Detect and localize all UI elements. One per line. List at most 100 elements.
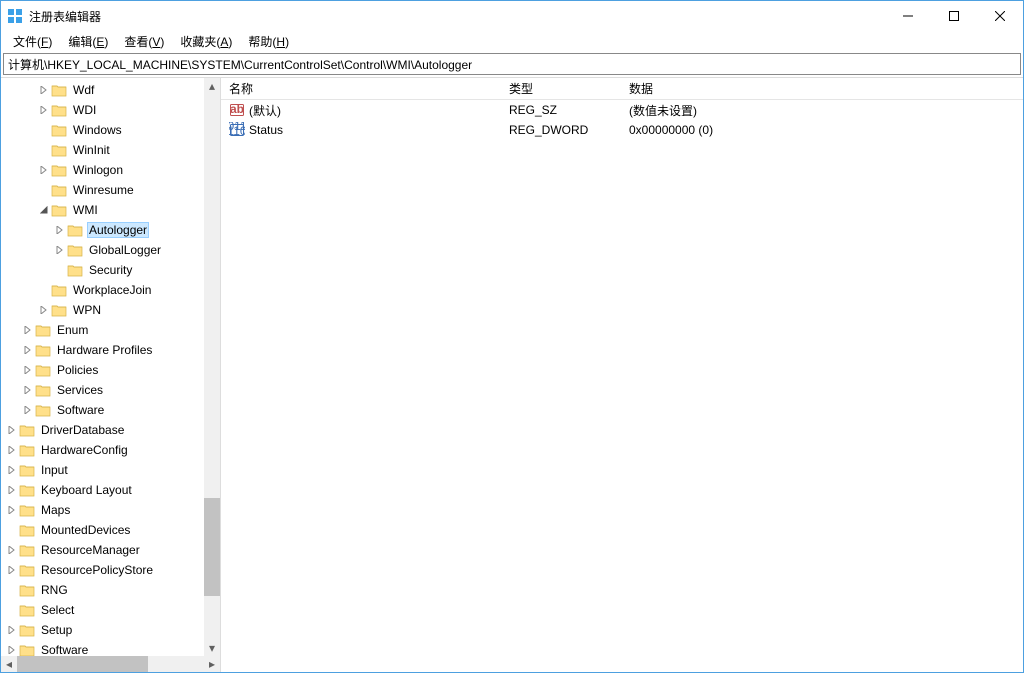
chevron-right-icon[interactable] (53, 243, 67, 257)
tree-node[interactable]: WPN (5, 300, 204, 320)
value-type: REG_SZ (501, 103, 621, 117)
tree-node[interactable]: WDI (5, 100, 204, 120)
address-bar[interactable]: 计算机\HKEY_LOCAL_MACHINE\SYSTEM\CurrentCon… (3, 53, 1021, 75)
chevron-right-icon[interactable] (5, 643, 19, 656)
folder-icon (35, 363, 51, 377)
tree-node[interactable]: Hardware Profiles (5, 340, 204, 360)
column-type[interactable]: 类型 (501, 80, 621, 97)
folder-icon (51, 143, 67, 157)
tree-node[interactable]: RNG (5, 580, 204, 600)
chevron-right-icon[interactable] (5, 563, 19, 577)
folder-icon (51, 303, 67, 317)
tree-node[interactable]: WMI (5, 200, 204, 220)
expand-placeholder (5, 603, 19, 617)
tree-node[interactable]: HardwareConfig (5, 440, 204, 460)
menu-favorites[interactable]: 收藏夹(A) (172, 31, 240, 52)
chevron-right-icon[interactable] (5, 483, 19, 497)
tree-node[interactable]: Policies (5, 360, 204, 380)
menu-help[interactable]: 帮助(H) (240, 31, 297, 52)
chevron-right-icon[interactable] (5, 463, 19, 477)
chevron-right-icon[interactable] (37, 103, 51, 117)
folder-icon (19, 483, 35, 497)
tree-node-label: Setup (39, 622, 74, 638)
tree-node[interactable]: ResourcePolicyStore (5, 560, 204, 580)
chevron-right-icon[interactable] (37, 163, 51, 177)
chevron-right-icon[interactable] (21, 383, 35, 397)
tree-node[interactable]: Security (5, 260, 204, 280)
column-data[interactable]: 数据 (621, 80, 1023, 97)
expand-placeholder (53, 263, 67, 277)
tree-node-label: WPN (71, 302, 103, 318)
menu-view[interactable]: 查看(V) (116, 31, 172, 52)
folder-icon (19, 603, 35, 617)
tree-view[interactable]: WdfWDIWindowsWinInitWinlogonWinresume WMI… (1, 78, 204, 656)
tree-node[interactable]: Wdf (5, 80, 204, 100)
chevron-right-icon[interactable] (5, 623, 19, 637)
scroll-left-icon[interactable]: ◂ (1, 656, 17, 672)
tree-node[interactable]: Services (5, 380, 204, 400)
close-button[interactable] (977, 1, 1023, 31)
menu-edit[interactable]: 编辑(E) (60, 31, 116, 52)
maximize-button[interactable] (931, 1, 977, 31)
chevron-right-icon[interactable] (21, 343, 35, 357)
value-row[interactable]: ab(默认)REG_SZ(数值未设置) (221, 100, 1023, 120)
tree-node[interactable]: Select (5, 600, 204, 620)
tree-node[interactable]: GlobalLogger (5, 240, 204, 260)
tree-node[interactable]: Software (5, 400, 204, 420)
chevron-right-icon[interactable] (21, 403, 35, 417)
scroll-up-icon[interactable]: ▴ (204, 78, 220, 94)
tree-node-label: WMI (71, 202, 100, 218)
tree-node[interactable]: WorkplaceJoin (5, 280, 204, 300)
minimize-button[interactable] (885, 1, 931, 31)
chevron-right-icon[interactable] (53, 223, 67, 237)
chevron-down-icon[interactable] (37, 203, 51, 217)
value-type: REG_DWORD (501, 123, 621, 137)
scroll-thumb[interactable] (17, 656, 148, 672)
tree-node[interactable]: Enum (5, 320, 204, 340)
string-value-icon: ab (229, 102, 245, 118)
svg-text:ab: ab (230, 102, 244, 116)
tree-node[interactable]: Setup (5, 620, 204, 640)
scroll-right-icon[interactable]: ▸ (204, 656, 220, 672)
chevron-right-icon[interactable] (5, 443, 19, 457)
tree-node[interactable]: Winlogon (5, 160, 204, 180)
value-list[interactable]: ab(默认)REG_SZ(数值未设置)011110StatusREG_DWORD… (221, 100, 1023, 672)
scroll-track[interactable] (204, 94, 220, 640)
tree-node[interactable]: MountedDevices (5, 520, 204, 540)
tree-node[interactable]: Keyboard Layout (5, 480, 204, 500)
titlebar[interactable]: 注册表编辑器 (1, 1, 1023, 31)
folder-icon (67, 243, 83, 257)
tree-node[interactable]: WinInit (5, 140, 204, 160)
folder-icon (51, 103, 67, 117)
value-row[interactable]: 011110StatusREG_DWORD0x00000000 (0) (221, 120, 1023, 140)
tree-node[interactable]: Autologger (5, 220, 204, 240)
chevron-right-icon[interactable] (21, 363, 35, 377)
tree-node[interactable]: Maps (5, 500, 204, 520)
chevron-right-icon[interactable] (37, 303, 51, 317)
scroll-down-icon[interactable]: ▾ (204, 640, 220, 656)
scroll-track[interactable] (17, 656, 204, 672)
tree-horizontal-scrollbar[interactable]: ◂ ▸ (1, 656, 220, 672)
tree-vertical-scrollbar[interactable]: ▴ ▾ (204, 78, 220, 656)
tree-node[interactable]: Software (5, 640, 204, 656)
chevron-right-icon[interactable] (5, 503, 19, 517)
chevron-right-icon[interactable] (37, 83, 51, 97)
chevron-right-icon[interactable] (5, 423, 19, 437)
tree-node[interactable]: ResourceManager (5, 540, 204, 560)
tree-node[interactable]: Input (5, 460, 204, 480)
folder-icon (19, 463, 35, 477)
tree-node-label: Software (55, 402, 106, 418)
column-name[interactable]: 名称 (221, 80, 501, 97)
column-headers: 名称 类型 数据 (221, 78, 1023, 100)
scroll-thumb[interactable] (204, 498, 220, 596)
chevron-right-icon[interactable] (21, 323, 35, 337)
tree-node[interactable]: Winresume (5, 180, 204, 200)
tree-node-label: ResourceManager (39, 542, 142, 558)
svg-text:110: 110 (229, 124, 245, 138)
menu-file[interactable]: 文件(F) (5, 31, 60, 52)
tree-node[interactable]: Windows (5, 120, 204, 140)
tree-node[interactable]: DriverDatabase (5, 420, 204, 440)
app-icon (7, 8, 23, 24)
folder-icon (19, 423, 35, 437)
chevron-right-icon[interactable] (5, 543, 19, 557)
